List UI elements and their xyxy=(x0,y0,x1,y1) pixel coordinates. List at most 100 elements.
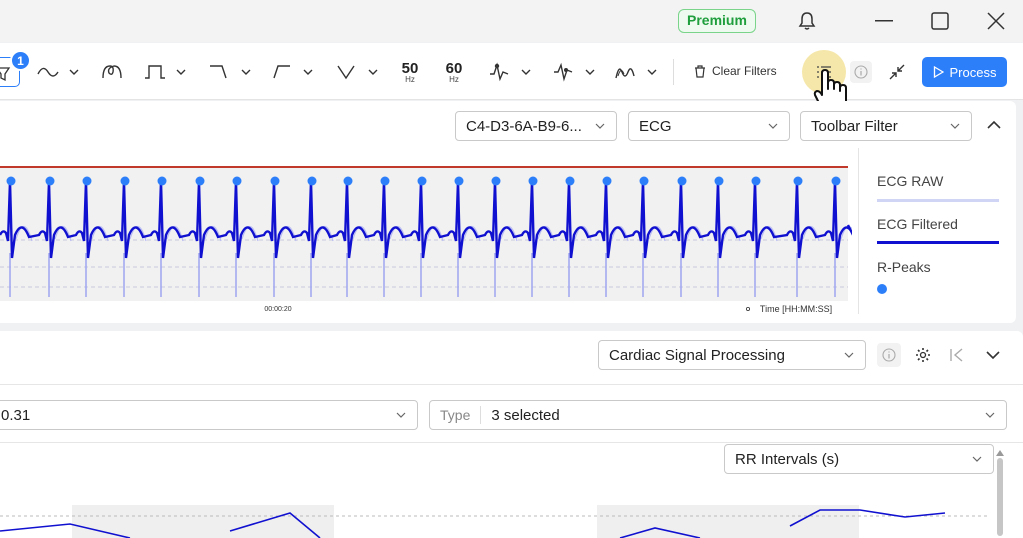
metric-select-value: RR Intervals (s) xyxy=(735,450,840,468)
r-peak-marker[interactable] xyxy=(343,176,353,186)
filter-count-badge: 1 xyxy=(10,50,31,71)
r-peak-marker[interactable] xyxy=(6,176,16,186)
chevron-down-icon[interactable] xyxy=(982,344,1004,366)
notch-50hz-button[interactable]: 50 Hz xyxy=(398,57,422,87)
r-peak-marker[interactable] xyxy=(195,176,205,186)
legend-ecg-raw-swatch xyxy=(877,199,999,202)
value-field-text: 0.31 xyxy=(1,406,31,424)
r-peak-marker[interactable] xyxy=(82,176,92,186)
notch-60hz-button[interactable]: 60 Hz xyxy=(442,57,466,87)
r-peak-marker[interactable] xyxy=(751,176,761,186)
ecg-panel: C4-D3-6A-B9-6... ECG Toolbar Filter 00:0… xyxy=(0,101,1016,323)
toolbar-divider xyxy=(673,59,674,85)
trash-icon xyxy=(695,64,705,78)
legend-ecg-raw[interactable]: ECG RAW xyxy=(877,173,943,189)
ecg-legend: ECG RAW ECG Filtered R-Peaks xyxy=(858,148,1016,314)
chevron-down-icon xyxy=(985,412,995,418)
r-peak-marker[interactable] xyxy=(602,176,612,186)
scrollbar[interactable] xyxy=(997,458,1003,536)
device-select[interactable]: C4-D3-6A-B9-6... xyxy=(455,111,617,141)
rr-interval-plot[interactable] xyxy=(0,501,990,538)
r-peak-marker[interactable] xyxy=(491,176,501,186)
r-peak-marker[interactable] xyxy=(454,176,464,186)
signal-select-value: ECG xyxy=(639,117,672,135)
sine-filter-button[interactable] xyxy=(36,57,82,87)
method-select-value: Cardiac Signal Processing xyxy=(609,346,785,364)
process-button[interactable]: Process xyxy=(922,57,1007,87)
r-peak-marker[interactable] xyxy=(528,176,538,186)
r-peak-marker[interactable] xyxy=(793,176,803,186)
notch-60-value: 60 xyxy=(445,59,463,77)
legend-r-peaks[interactable]: R-Peaks xyxy=(877,259,931,275)
notch-60-unit: Hz xyxy=(449,74,459,84)
bell-icon[interactable] xyxy=(796,10,818,32)
chevron-down-icon xyxy=(396,412,406,418)
chevron-down-icon xyxy=(972,456,982,462)
qrs-detect-button[interactable] xyxy=(552,57,598,87)
processing-panel: Cardiac Signal Processing 0.31 Type 3 se… xyxy=(0,331,1023,538)
info-icon[interactable] xyxy=(877,343,901,367)
r-peak-marker[interactable] xyxy=(232,176,242,186)
scroll-up-icon[interactable] xyxy=(994,448,1006,458)
r-peak-marker[interactable] xyxy=(157,176,167,186)
clear-filters-button[interactable]: Clear Filters xyxy=(694,64,777,78)
bandpass-filter-button[interactable] xyxy=(143,57,189,87)
r-peak-marker[interactable] xyxy=(45,176,55,186)
r-peak-marker[interactable] xyxy=(380,176,390,186)
close-icon[interactable] xyxy=(984,10,1008,32)
clear-filters-label: Clear Filters xyxy=(712,64,777,78)
peak-detect-button[interactable] xyxy=(488,57,534,87)
type-select[interactable]: Type 3 selected xyxy=(429,400,1007,430)
time-tick-label: 00:00:20 xyxy=(264,306,291,313)
skip-first-icon[interactable] xyxy=(946,344,968,366)
loop-filter-button[interactable] xyxy=(100,57,124,87)
legend-ecg-filtered-swatch xyxy=(877,241,999,244)
notch-filter-button[interactable] xyxy=(335,57,381,87)
type-value: 3 selected xyxy=(491,406,560,424)
value-field[interactable]: 0.31 xyxy=(0,400,418,430)
r-peak-marker[interactable] xyxy=(714,176,724,186)
device-select-value: C4-D3-6A-B9-6... xyxy=(466,117,582,135)
chevron-down-icon xyxy=(844,352,854,358)
legend-r-peaks-swatch xyxy=(877,284,887,294)
type-label: Type xyxy=(440,407,471,423)
premium-badge[interactable]: Premium xyxy=(678,9,756,33)
metric-select[interactable]: RR Intervals (s) xyxy=(724,444,994,474)
legend-ecg-filtered[interactable]: ECG Filtered xyxy=(877,216,958,232)
notch-50-unit: Hz xyxy=(405,74,415,84)
r-peak-marker[interactable] xyxy=(417,176,427,186)
filter-select[interactable]: Toolbar Filter xyxy=(800,111,972,141)
divider xyxy=(0,384,1023,385)
r-peak-marker[interactable] xyxy=(120,176,130,186)
filter-toolbar: 1 50 Hz 60 Hz Clear Filters Process xyxy=(0,43,1023,114)
chevron-down-icon xyxy=(595,123,605,129)
chevron-down-icon xyxy=(768,123,778,129)
notch-50-value: 50 xyxy=(401,59,419,77)
plot-area xyxy=(0,167,848,301)
axis-origin-icon xyxy=(746,306,751,311)
collapse-arrows-icon[interactable] xyxy=(886,62,908,82)
type-divider xyxy=(480,406,482,424)
method-select[interactable]: Cardiac Signal Processing xyxy=(598,340,866,370)
title-bar: Premium xyxy=(0,0,1023,42)
divider xyxy=(0,442,1023,443)
lowpass-filter-button[interactable] xyxy=(208,57,254,87)
r-peak-marker[interactable] xyxy=(565,176,575,186)
time-axis-label: Time [HH:MM:SS] xyxy=(760,304,832,314)
r-peak-marker[interactable] xyxy=(270,176,280,186)
wavelet-filter-button[interactable] xyxy=(614,57,660,87)
info-icon[interactable] xyxy=(850,61,872,83)
minimize-icon[interactable] xyxy=(872,10,896,32)
r-peak-marker[interactable] xyxy=(831,176,841,186)
chevron-down-icon xyxy=(950,123,960,129)
ecg-plot[interactable]: 00:00:20 Time [HH:MM:SS] xyxy=(0,157,852,317)
r-peak-marker[interactable] xyxy=(307,176,317,186)
r-peak-marker[interactable] xyxy=(677,176,687,186)
gear-icon[interactable] xyxy=(912,344,934,366)
highpass-filter-button[interactable] xyxy=(270,57,316,87)
chevron-up-icon[interactable] xyxy=(984,115,1004,135)
signal-select[interactable]: ECG xyxy=(628,111,790,141)
process-label: Process xyxy=(949,64,997,80)
maximize-icon[interactable] xyxy=(928,10,952,32)
r-peak-marker[interactable] xyxy=(639,176,649,186)
